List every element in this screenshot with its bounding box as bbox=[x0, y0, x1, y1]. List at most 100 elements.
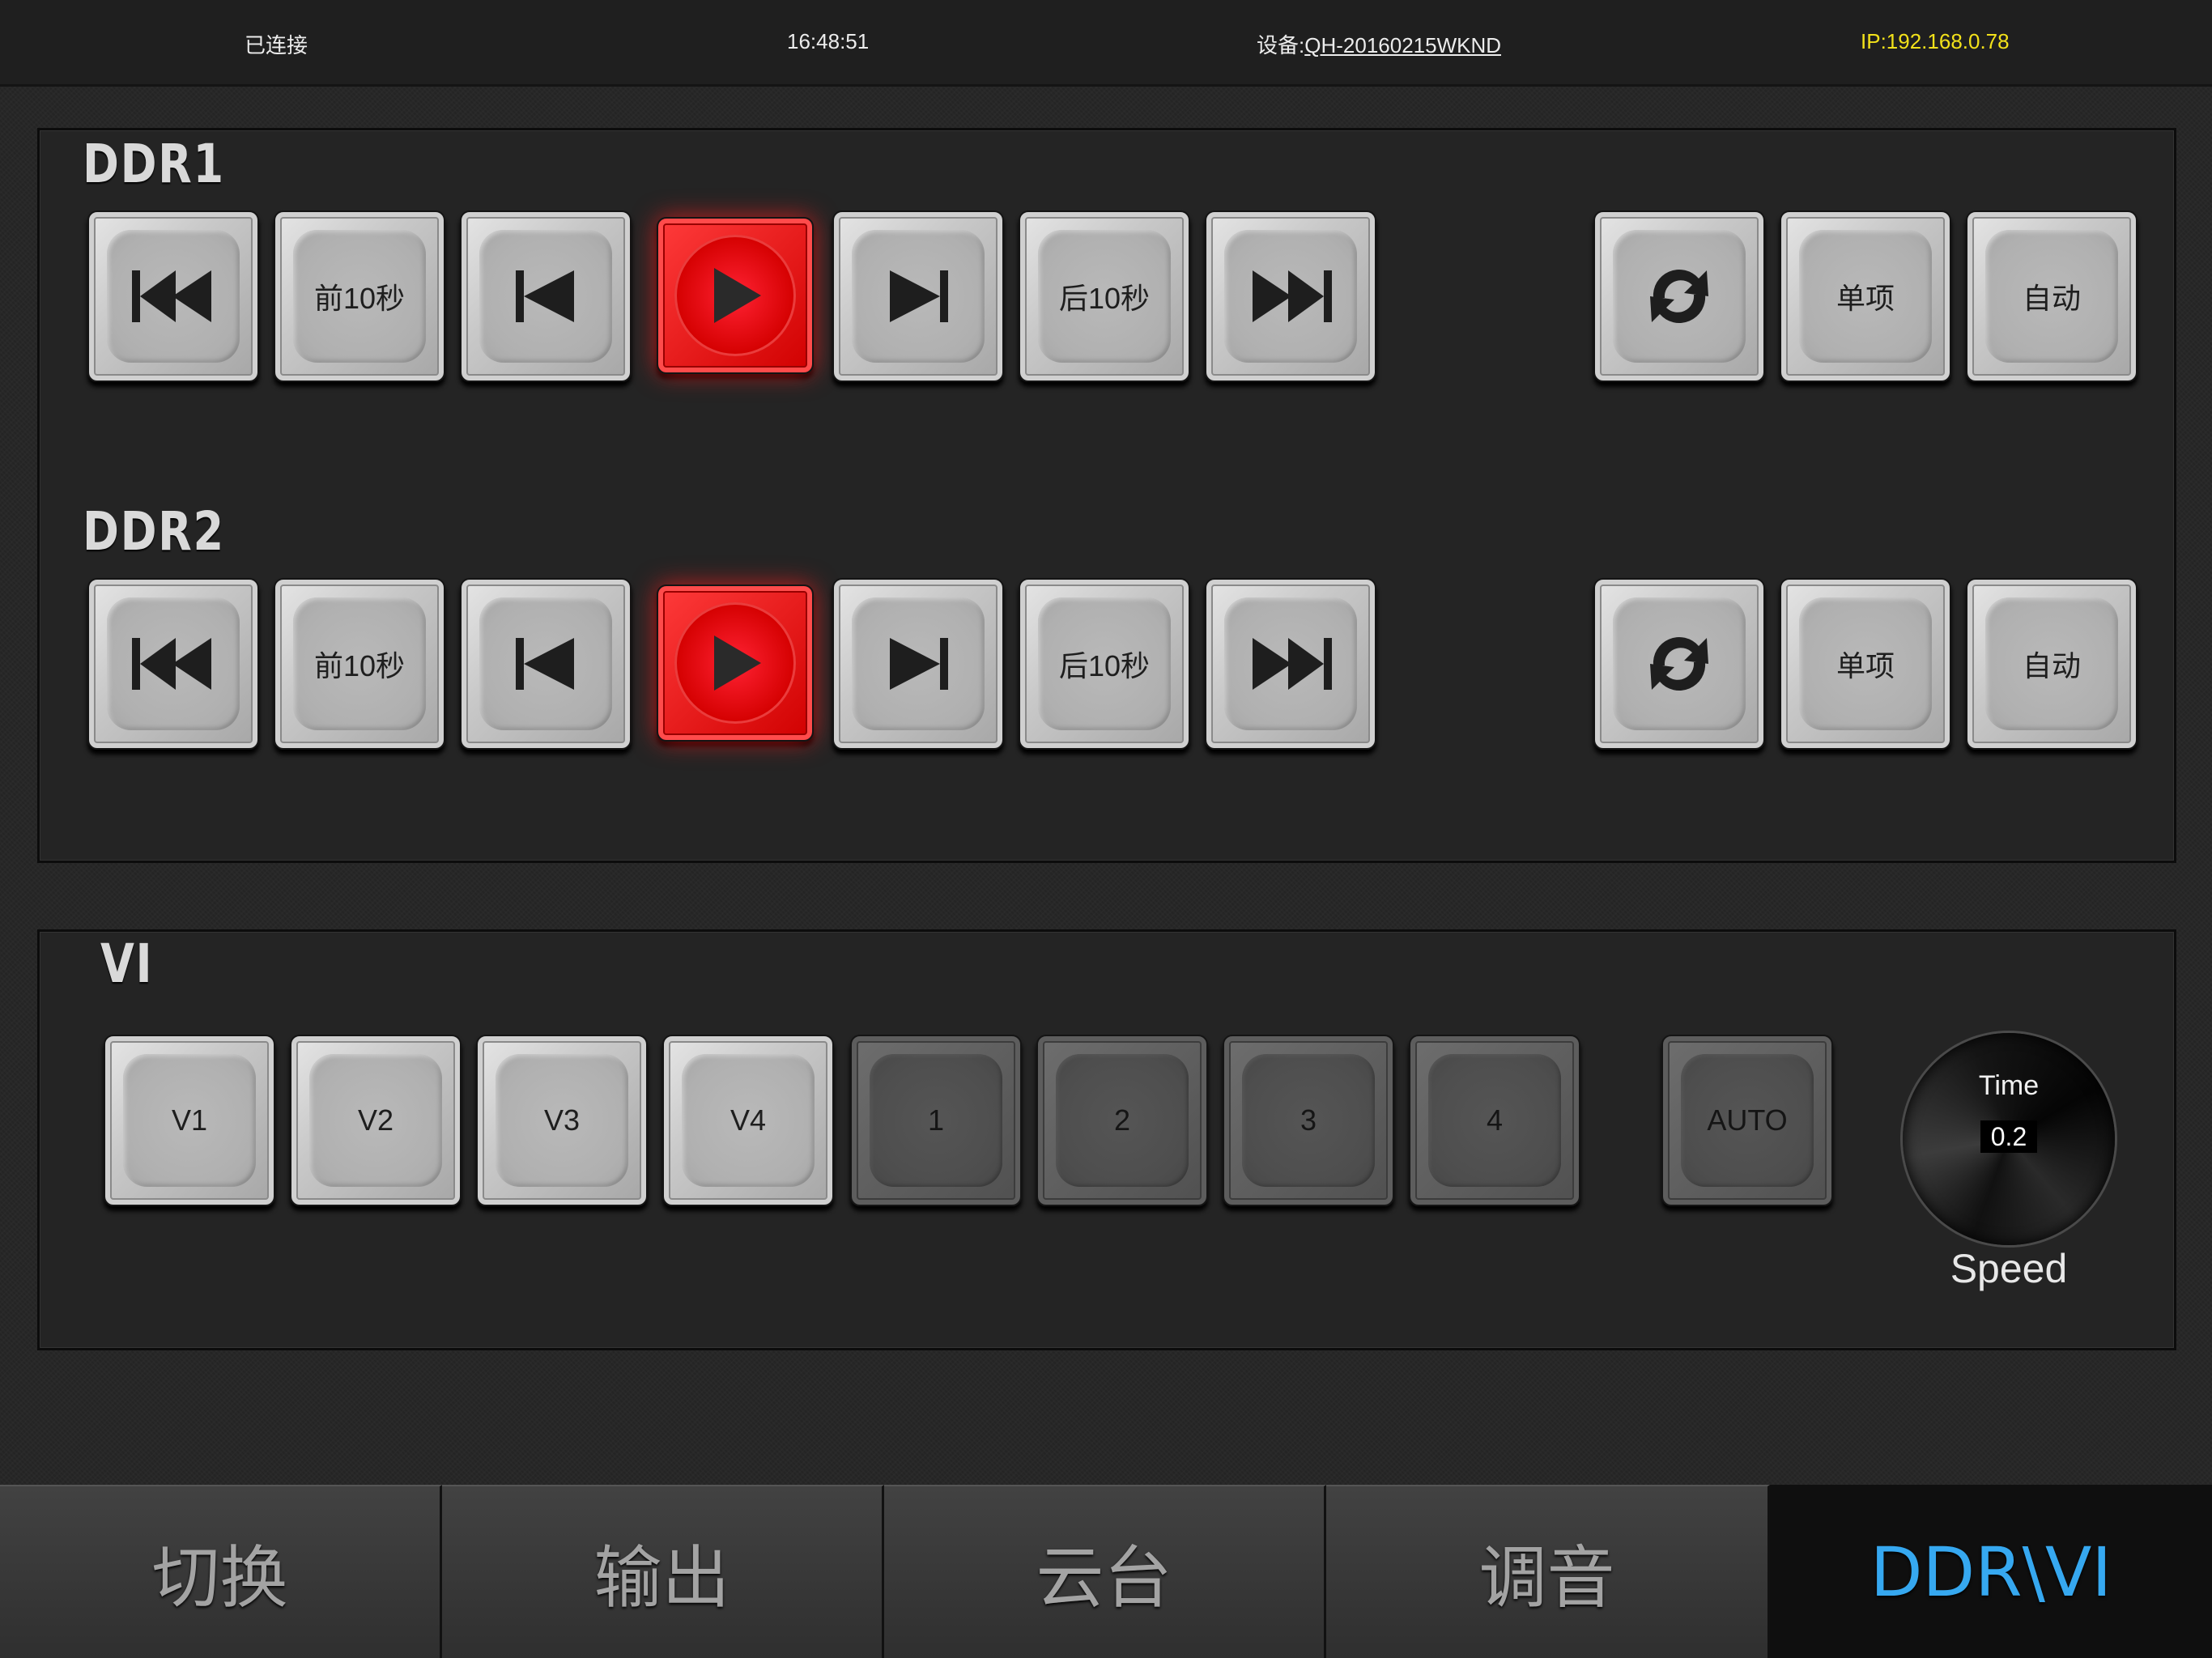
play-icon bbox=[714, 636, 761, 691]
ip-address: IP:192.168.0.78 bbox=[1861, 29, 2010, 53]
key-face: 自动 bbox=[1985, 230, 2118, 363]
vi-title: VI bbox=[100, 933, 154, 995]
button-label: 单项 bbox=[1836, 649, 1895, 682]
skip-to-start-icon bbox=[132, 638, 211, 690]
vi-v1-button[interactable]: V1 bbox=[104, 1035, 275, 1206]
ddr1-single-button[interactable]: 单项 bbox=[1780, 210, 1951, 382]
button-label: AUTO bbox=[1707, 1103, 1788, 1137]
button-label: V1 bbox=[171, 1103, 208, 1137]
ddr2-back-10s-button[interactable]: 前10秒 bbox=[274, 578, 445, 750]
ddr1-previous-button[interactable] bbox=[460, 210, 632, 382]
ddr2-play-button[interactable] bbox=[657, 585, 814, 742]
tab-label: 云台 bbox=[1036, 1539, 1172, 1616]
tab-output[interactable]: 输出 bbox=[442, 1485, 884, 1658]
vi-v4-button[interactable]: V4 bbox=[662, 1035, 834, 1206]
button-label: 4 bbox=[1486, 1103, 1504, 1137]
key-face: 3 bbox=[1242, 1054, 1375, 1187]
key-face bbox=[1224, 230, 1357, 363]
button-label: 后10秒 bbox=[1058, 282, 1151, 315]
button-label: V2 bbox=[357, 1103, 394, 1137]
vi-4-button[interactable]: 4 bbox=[1409, 1035, 1580, 1206]
ddr2-forward-10s-button[interactable]: 后10秒 bbox=[1019, 578, 1190, 750]
connection-status: 已连接 bbox=[245, 33, 308, 57]
key-face: 自动 bbox=[1985, 597, 2118, 730]
key-face bbox=[674, 602, 796, 724]
key-face bbox=[1224, 597, 1357, 730]
key-face: V1 bbox=[123, 1054, 256, 1187]
vi-2-button[interactable]: 2 bbox=[1036, 1035, 1208, 1206]
status-bar: 已连接 16:48:51 设备:QH-20160215WKND IP:192.1… bbox=[0, 0, 2212, 87]
ddr1-skip-to-end-button[interactable] bbox=[1205, 210, 1376, 382]
key-face bbox=[674, 235, 796, 356]
speed-dial[interactable]: Time 0.2 bbox=[1903, 1033, 2115, 1245]
button-label: V3 bbox=[543, 1103, 581, 1137]
skip-to-end-icon bbox=[1253, 638, 1332, 690]
bottom-tab-bar: 切换 输出 云台 调音 DDR\VI bbox=[0, 1485, 2212, 1658]
button-label: 前10秒 bbox=[313, 282, 406, 315]
ddr1-forward-10s-button[interactable]: 后10秒 bbox=[1019, 210, 1190, 382]
key-face bbox=[852, 597, 985, 730]
button-label: 自动 bbox=[2022, 282, 2081, 315]
vi-3-button[interactable]: 3 bbox=[1223, 1035, 1394, 1206]
key-face: 前10秒 bbox=[293, 230, 426, 363]
ddr2-loop-button[interactable] bbox=[1593, 578, 1765, 750]
device-id-link[interactable]: QH-20160215WKND bbox=[1304, 33, 1501, 57]
key-face bbox=[479, 230, 612, 363]
tab-label: 输出 bbox=[593, 1539, 730, 1616]
tab-switch[interactable]: 切换 bbox=[0, 1485, 442, 1658]
ddr2-single-button[interactable]: 单项 bbox=[1780, 578, 1951, 750]
tab-audio-mixer[interactable]: 调音 bbox=[1326, 1485, 1770, 1658]
vi-v3-button[interactable]: V3 bbox=[476, 1035, 648, 1206]
vi-1-button[interactable]: 1 bbox=[850, 1035, 1022, 1206]
next-icon bbox=[890, 638, 948, 690]
play-icon bbox=[714, 268, 761, 323]
ddr2-next-button[interactable] bbox=[832, 578, 1004, 750]
button-label: 前10秒 bbox=[313, 649, 406, 682]
key-face: 单项 bbox=[1799, 230, 1932, 363]
ddr1-back-10s-button[interactable]: 前10秒 bbox=[274, 210, 445, 382]
key-face bbox=[107, 230, 240, 363]
loop-icon bbox=[1650, 270, 1708, 323]
ddr2-skip-to-start-button[interactable] bbox=[87, 578, 259, 750]
button-label: V4 bbox=[730, 1103, 767, 1137]
vi-v2-button[interactable]: V2 bbox=[290, 1035, 462, 1206]
button-label: 2 bbox=[1113, 1103, 1131, 1137]
key-face: 1 bbox=[870, 1054, 1002, 1187]
ddr1-loop-button[interactable] bbox=[1593, 210, 1765, 382]
previous-icon bbox=[516, 638, 574, 690]
key-face: AUTO bbox=[1681, 1054, 1814, 1187]
button-label: 3 bbox=[1300, 1103, 1317, 1137]
tab-label: 切换 bbox=[151, 1539, 288, 1616]
key-face bbox=[1613, 230, 1746, 363]
clock: 16:48:51 bbox=[787, 29, 870, 53]
loop-icon bbox=[1650, 637, 1708, 691]
key-face: 后10秒 bbox=[1038, 597, 1171, 730]
key-face: 2 bbox=[1056, 1054, 1189, 1187]
key-face bbox=[107, 597, 240, 730]
tab-label: 调音 bbox=[1478, 1539, 1615, 1616]
device-prefix: 设备: bbox=[1257, 33, 1305, 57]
ddr2-title: DDR2 bbox=[83, 500, 225, 563]
ddr1-play-button[interactable] bbox=[657, 217, 814, 374]
dial-value-display: 0.2 bbox=[1980, 1120, 2037, 1153]
dial-speed-label: Speed bbox=[1950, 1246, 2068, 1291]
ddr1-skip-to-start-button[interactable] bbox=[87, 210, 259, 382]
key-face: V2 bbox=[309, 1054, 442, 1187]
ddr1-next-button[interactable] bbox=[832, 210, 1004, 382]
button-label: 单项 bbox=[1836, 282, 1895, 315]
previous-icon bbox=[516, 270, 574, 322]
tab-label: DDR\VI bbox=[1870, 1533, 2112, 1612]
skip-to-end-icon bbox=[1253, 270, 1332, 322]
vi-auto-button[interactable]: AUTO bbox=[1661, 1035, 1833, 1206]
tab-ptz[interactable]: 云台 bbox=[884, 1485, 1326, 1658]
button-label: 自动 bbox=[2022, 649, 2081, 682]
ddr2-previous-button[interactable] bbox=[460, 578, 632, 750]
ddr1-auto-button[interactable]: 自动 bbox=[1966, 210, 2138, 382]
key-face: 前10秒 bbox=[293, 597, 426, 730]
tab-ddr-vi[interactable]: DDR\VI bbox=[1770, 1485, 2212, 1658]
next-icon bbox=[890, 270, 948, 322]
ddr2-auto-button[interactable]: 自动 bbox=[1966, 578, 2138, 750]
ddr2-skip-to-end-button[interactable] bbox=[1205, 578, 1376, 750]
key-face: 后10秒 bbox=[1038, 230, 1171, 363]
dial-time-label: Time bbox=[1978, 1070, 2040, 1101]
